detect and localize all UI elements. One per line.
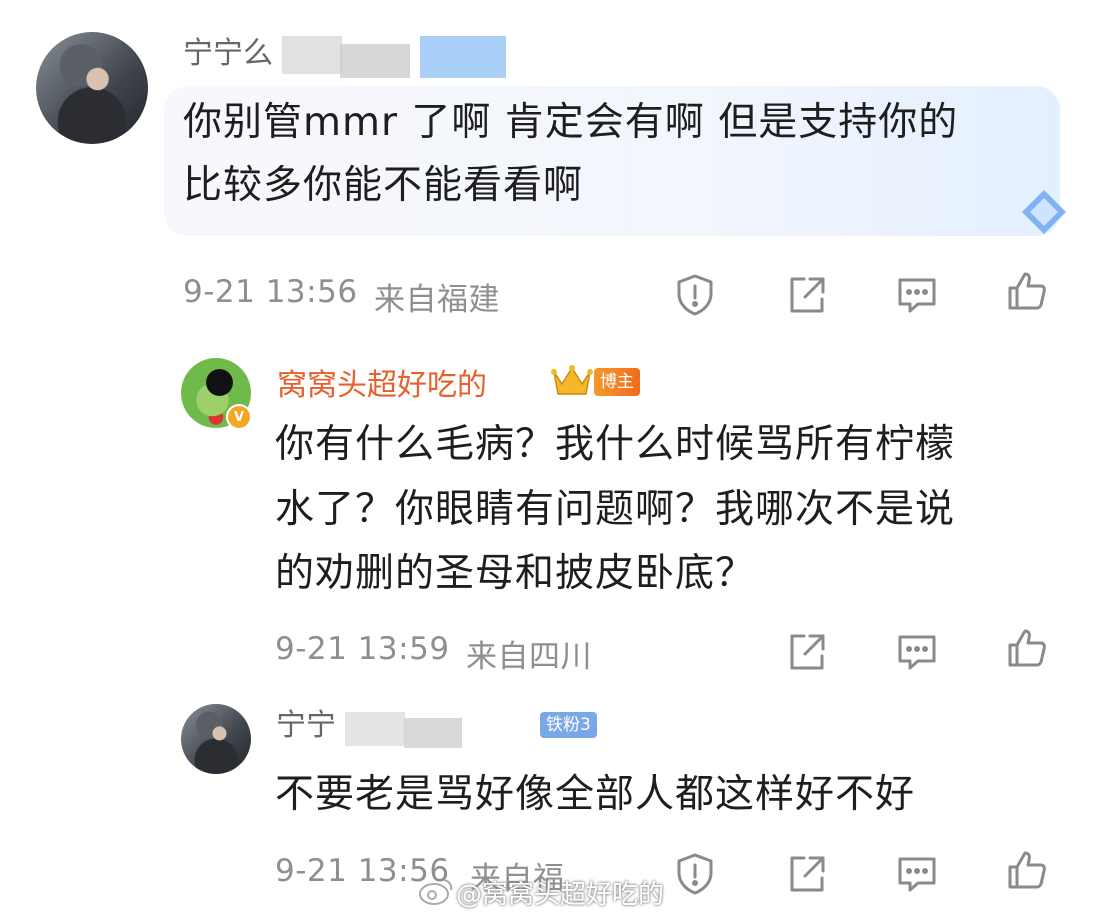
redacted-name-block: [345, 712, 405, 746]
comment-text: 你有什么毛病？我什么时候骂所有柠檬: [275, 422, 956, 467]
like-icon[interactable]: [1004, 268, 1050, 314]
fan-level-tag: 铁粉3: [540, 712, 597, 738]
host-tag: 博主: [594, 368, 640, 396]
redacted-name-block: [404, 718, 462, 748]
comment-time: 9-21 13:56: [183, 274, 358, 310]
diamond-badge-icon: [1018, 186, 1070, 238]
redacted-name-block: [340, 44, 410, 78]
watermark: @窝窝头超好吃的: [456, 880, 665, 910]
username[interactable]: 宁宁么: [183, 28, 273, 72]
share-icon[interactable]: [784, 629, 830, 675]
verified-badge: V: [226, 404, 252, 430]
comment-text: 的劝删的圣母和披皮卧底？: [275, 551, 756, 596]
avatar[interactable]: [36, 32, 148, 144]
comment-icon[interactable]: [894, 629, 940, 675]
redacted-badge-block: [420, 36, 506, 78]
comment-text: 水了？你眼睛有问题啊？我哪次不是说: [275, 487, 956, 532]
username[interactable]: 宁宁: [276, 700, 336, 744]
avatar[interactable]: [181, 704, 251, 774]
report-icon[interactable]: [672, 851, 718, 897]
crown-icon: [550, 360, 594, 404]
like-icon[interactable]: [1004, 847, 1050, 893]
username[interactable]: 窝窝头超好吃的: [277, 360, 487, 404]
share-icon[interactable]: [784, 851, 830, 897]
weibo-logo-icon: [418, 876, 454, 910]
comment-location: 来自四川: [466, 639, 592, 675]
comment-icon[interactable]: [894, 272, 940, 318]
comment-icon[interactable]: [894, 851, 940, 897]
redacted-name-block: [282, 36, 342, 74]
like-icon[interactable]: [1004, 625, 1050, 671]
share-icon[interactable]: [784, 272, 830, 318]
comment-location: 来自福建: [374, 282, 500, 318]
comment-text: 比较多你能不能看看啊: [183, 163, 584, 208]
comment-time: 9-21 13:59: [275, 631, 450, 667]
comment-text: 你别管mmr 了啊 肯定会有啊 但是支持你的: [183, 100, 959, 145]
report-icon[interactable]: [672, 272, 718, 318]
comment-text: 不要老是骂好像全部人都这样好不好: [275, 772, 916, 817]
